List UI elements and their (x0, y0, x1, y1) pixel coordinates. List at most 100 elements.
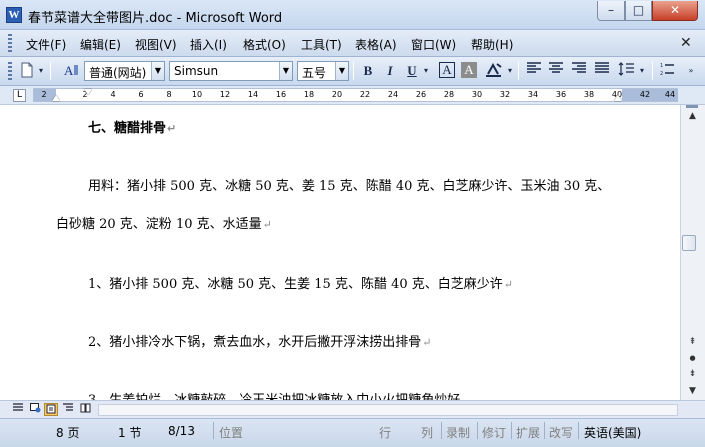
menu-insert[interactable]: 插入(I) (190, 36, 227, 53)
font-size-combobox[interactable]: 五号 ▼ (297, 61, 349, 81)
ingredients-line-1[interactable]: 用料：猪小排 500 克、冰糖 50 克、姜 15 克、陈醋 40 克、白芝麻少… (88, 175, 610, 194)
reading-layout-view-icon[interactable] (78, 403, 92, 416)
ruler-number: 32 (499, 90, 511, 99)
highlight-icon[interactable] (485, 62, 503, 80)
menu-edit[interactable]: 编辑(E) (80, 36, 121, 53)
align-center-icon[interactable] (547, 62, 565, 80)
menu-file[interactable]: 文件(F) (26, 36, 66, 53)
recipe-heading[interactable]: 七、糖醋排骨↵ (88, 117, 176, 136)
svg-text:1: 1 (660, 63, 663, 69)
split-handle[interactable] (686, 105, 698, 108)
ingredients-line-2[interactable]: 白砂糖 20 克、淀粉 10 克、水适量↵ (56, 213, 272, 232)
step-1[interactable]: 1、猪小排 500 克、冰糖 50 克、生姜 15 克、陈醋 40 克、白芝麻少… (88, 273, 513, 292)
status-overtype[interactable]: 改写 (549, 424, 573, 441)
ruler-number: 6 (138, 90, 144, 99)
menu-window[interactable]: 窗口(W) (411, 36, 456, 53)
vertical-scrollbar[interactable]: ▲ ⇞ ● ⇟ ▼ (680, 105, 705, 400)
horizontal-ruler[interactable]: 2 2 4 6 8 10 12 14 16 18 20 22 24 26 28 … (33, 88, 678, 102)
underline-chevron-down-icon[interactable]: ▾ (421, 62, 431, 80)
font-value: Simsun (174, 64, 219, 78)
scroll-up-arrow-icon[interactable]: ▲ (684, 109, 701, 124)
close-document-icon[interactable]: ✕ (680, 35, 692, 51)
scroll-down-arrow-icon[interactable]: ▼ (684, 384, 701, 399)
menubar-grip-handle[interactable] (8, 34, 12, 53)
status-language[interactable]: 英语(美国) (584, 424, 641, 441)
new-document-icon[interactable] (18, 62, 36, 80)
italic-button[interactable]: I (381, 62, 399, 80)
first-line-indent-marker[interactable] (84, 89, 92, 95)
font-combobox[interactable]: Simsun ▼ (169, 61, 293, 81)
toolbar-options-chevron-icon[interactable]: ▾ (36, 62, 46, 80)
status-separator (511, 422, 512, 439)
style-value: 普通(网站) (89, 66, 147, 80)
align-left-icon[interactable] (525, 62, 543, 80)
status-track-changes[interactable]: 修订 (482, 424, 506, 441)
character-border-button[interactable]: A (439, 62, 455, 78)
menu-view[interactable]: 视图(V) (135, 36, 177, 53)
select-browse-object-icon[interactable]: ● (684, 351, 701, 366)
menu-bar: 文件(F) 编辑(E) 视图(V) 插入(I) 格式(O) 工具(T) 表格(A… (0, 30, 705, 57)
ruler-number: 8 (166, 90, 172, 99)
print-layout-view-icon[interactable] (44, 403, 58, 416)
ruler-number: 36 (555, 90, 567, 99)
ruler-number: 10 (191, 90, 203, 99)
scroll-thumb[interactable] (682, 235, 696, 251)
next-page-icon[interactable]: ⇟ (684, 367, 701, 382)
formatting-toolbar: ▾ A 普通(网站) ▼ Simsun ▼ 五号 ▼ B I U ▾ A A ▾… (0, 57, 705, 86)
character-shading-button[interactable]: A (461, 62, 477, 78)
toolbar-overflow-chevron-icon[interactable]: » (686, 62, 696, 80)
menu-format[interactable]: 格式(O) (243, 36, 286, 53)
menu-help[interactable]: 帮助(H) (471, 36, 513, 53)
ruler-number: 12 (219, 90, 231, 99)
paragraph-mark: ↵ (262, 218, 272, 231)
ingredients-line-2-text: 白砂糖 20 克、淀粉 10 克、水适量 (56, 217, 262, 232)
ruler-number: 2 (41, 90, 47, 99)
step-2[interactable]: 2、猪小排冷水下锅，煮去血水，水开后撇开浮沫捞出排骨↵ (88, 331, 432, 350)
document-area[interactable]: 七、糖醋排骨↵ 用料：猪小排 500 克、冰糖 50 克、姜 15 克、陈醋 4… (0, 105, 680, 400)
styles-pane-icon[interactable]: A (62, 62, 80, 80)
highlight-chevron-down-icon[interactable]: ▾ (505, 62, 515, 80)
svg-text:A: A (64, 63, 74, 78)
underline-button[interactable]: U (403, 62, 421, 80)
ruler-number: 22 (359, 90, 371, 99)
style-combobox[interactable]: 普通(网站) ▼ (84, 61, 165, 81)
ruler-number: 44 (664, 90, 676, 99)
chevron-down-icon[interactable]: ▼ (279, 62, 292, 80)
ruler-number: 30 (471, 90, 483, 99)
outline-view-icon[interactable] (61, 403, 75, 416)
align-right-icon[interactable] (570, 62, 588, 80)
bold-button[interactable]: B (359, 62, 377, 80)
status-page-of: 8/13 (168, 424, 195, 438)
menu-table[interactable]: 表格(A) (355, 36, 397, 53)
right-indent-marker[interactable] (614, 95, 622, 101)
ruler-number: 18 (303, 90, 315, 99)
status-line: 行 (379, 426, 392, 440)
line-spacing-icon[interactable] (617, 62, 635, 80)
toolbar-grip-handle[interactable] (8, 62, 12, 81)
horizontal-scrollbar[interactable] (98, 404, 678, 416)
status-extend[interactable]: 扩展 (516, 424, 540, 441)
chevron-down-icon[interactable]: ▼ (335, 62, 348, 80)
step-3[interactable]: 3、生姜拍烂，冰糖敲碎，冷玉米油把冰糖放入中小火把糖角炒好 (88, 389, 460, 400)
title-bar: W 春节菜谱大全带图片.doc - Microsoft Word – □ ✕ (0, 0, 705, 30)
chevron-down-icon[interactable]: ▼ (151, 62, 164, 80)
numbering-icon[interactable]: 12 (658, 62, 676, 80)
status-column: 列 (421, 426, 434, 440)
ruler-number: 28 (443, 90, 455, 99)
word-app-icon[interactable]: W (6, 7, 22, 23)
status-record-macro[interactable]: 录制 (446, 424, 470, 441)
hanging-indent-marker[interactable] (52, 95, 60, 101)
ruler-number: 16 (275, 90, 287, 99)
tab-selector-button[interactable]: L (13, 89, 26, 102)
close-button[interactable]: ✕ (652, 1, 698, 21)
normal-view-icon[interactable] (11, 403, 25, 416)
justify-icon[interactable] (593, 62, 611, 80)
web-layout-view-icon[interactable] (28, 403, 42, 416)
previous-page-icon[interactable]: ⇞ (684, 335, 701, 350)
menu-tools[interactable]: 工具(T) (301, 36, 342, 53)
maximize-button[interactable]: □ (625, 1, 652, 21)
svg-text:2: 2 (660, 71, 663, 76)
minimize-button[interactable]: – (597, 1, 625, 21)
ruler-number: 38 (583, 90, 595, 99)
line-spacing-chevron-down-icon[interactable]: ▾ (637, 62, 647, 80)
